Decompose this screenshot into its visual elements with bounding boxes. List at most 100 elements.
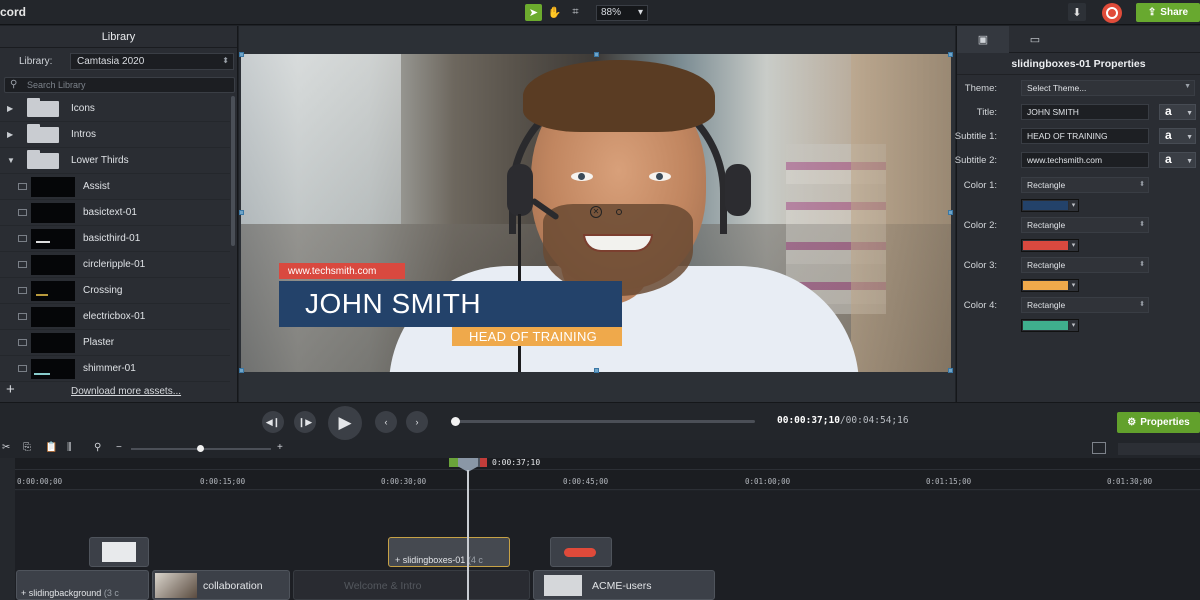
library-search-input[interactable]: ⚲ Search Library: [4, 77, 235, 93]
cut-icon[interactable]: ✂: [2, 442, 10, 453]
annotation-target-icon[interactable]: ✕: [590, 206, 602, 218]
library-asset[interactable]: basictext-01: [0, 200, 230, 226]
resize-handle[interactable]: [239, 52, 244, 57]
library-folder-intros[interactable]: ▶ Intros: [0, 122, 230, 148]
resize-handle[interactable]: [948, 368, 953, 373]
caret-right-icon[interactable]: ▶: [7, 104, 13, 113]
timeline-search-field[interactable]: [1118, 443, 1200, 455]
caret-down-icon[interactable]: ▼: [7, 156, 15, 165]
step-back-button[interactable]: ◀❙: [262, 411, 284, 433]
download-button[interactable]: ⬇: [1068, 3, 1086, 21]
library-asset[interactable]: basicthird-01: [0, 226, 230, 252]
scrub-knob[interactable]: [451, 417, 460, 426]
asset-thumbnail: [31, 281, 75, 301]
library-folder-lower-thirds[interactable]: ▼ Lower Thirds: [0, 148, 230, 174]
color-swatch[interactable]: ▾: [1021, 279, 1079, 292]
zoom-icon[interactable]: ⚲: [94, 442, 101, 453]
asset-type-icon: [18, 365, 27, 372]
font-button[interactable]: a ▼: [1159, 152, 1196, 168]
zoom-out-icon[interactable]: −: [116, 442, 122, 453]
scrub-track[interactable]: [453, 420, 755, 423]
select-arrow-icon[interactable]: ➤: [525, 4, 542, 21]
lower-third-name[interactable]: JOHN SMITH: [279, 281, 622, 327]
title-input[interactable]: JOHN SMITH: [1021, 104, 1149, 120]
playhead-out-handle[interactable]: [480, 458, 487, 467]
zoom-dropdown[interactable]: 88% ▾: [596, 4, 648, 21]
theme-select[interactable]: Select Theme... ▼: [1021, 80, 1195, 96]
library-folder-icons[interactable]: ▶ Icons: [0, 96, 230, 122]
split-icon[interactable]: ⫼: [67, 442, 72, 453]
step-back-icon: ◀❙: [265, 416, 281, 427]
asset-type-icon: [18, 209, 27, 216]
download-more-link[interactable]: Download more assets...: [71, 386, 181, 397]
tab-text-properties[interactable]: ▭: [1009, 26, 1061, 53]
record-button[interactable]: [1102, 3, 1122, 23]
library-asset[interactable]: electricbox-01: [0, 304, 230, 330]
timeline-zoom-knob[interactable]: [197, 445, 204, 452]
chevron-left-icon: ‹: [384, 417, 388, 427]
timeline-ruler[interactable]: 0:00:00;00 0:00:15;00 0:00:30;00 0:00:45…: [15, 458, 1200, 490]
color-shape-select[interactable]: Rectangle ⬍: [1021, 257, 1149, 273]
folder-icon: [27, 124, 59, 143]
color-swatch[interactable]: ▾: [1021, 199, 1079, 212]
color-shape-select[interactable]: Rectangle ⬍: [1021, 217, 1149, 233]
crop-icon[interactable]: ⌗: [567, 4, 584, 21]
resize-handle[interactable]: [239, 368, 244, 373]
share-button[interactable]: ⇪ Share: [1136, 3, 1200, 22]
slidingboxes-clip[interactable]: + slidingboxes-01 (4 c: [388, 537, 510, 567]
step-forward-button[interactable]: ❙▶: [294, 411, 316, 433]
lower-third-url[interactable]: www.techsmith.com: [279, 263, 405, 279]
next-button[interactable]: ›: [406, 411, 428, 433]
library-scrollbar[interactable]: [231, 96, 235, 246]
chevron-down-icon: ▾: [1069, 280, 1078, 291]
zoom-in-icon[interactable]: +: [277, 442, 283, 453]
callout-clip[interactable]: [550, 537, 612, 567]
pan-hand-icon[interactable]: ✋: [546, 4, 563, 21]
font-button[interactable]: a ▼: [1159, 128, 1196, 144]
add-icon[interactable]: +: [6, 381, 15, 398]
library-asset[interactable]: Assist: [0, 174, 230, 200]
library-asset[interactable]: circleripple-01: [0, 252, 230, 278]
updown-arrow-icon: ⬍: [1139, 181, 1145, 188]
properties-button[interactable]: ⚙ Properties: [1117, 412, 1200, 433]
chevron-down-icon: ▼: [1184, 83, 1191, 90]
font-button[interactable]: a ▼: [1159, 104, 1196, 120]
resize-handle[interactable]: [239, 210, 244, 215]
subtitle1-input[interactable]: HEAD OF TRAINING: [1021, 128, 1149, 144]
resize-handle[interactable]: [594, 52, 599, 57]
color-shape-select[interactable]: Rectangle ⬍: [1021, 297, 1149, 313]
annotation-point-icon[interactable]: [616, 209, 622, 215]
welcome-clip[interactable]: Welcome & Intro: [293, 570, 530, 600]
resize-handle[interactable]: [594, 368, 599, 373]
play-button[interactable]: ▶: [328, 406, 362, 440]
paste-icon[interactable]: 📋: [45, 442, 57, 453]
library-asset[interactable]: Crossing: [0, 278, 230, 304]
color-shape-select[interactable]: Rectangle ⬍: [1021, 177, 1149, 193]
color-swatch[interactable]: ▾: [1021, 239, 1079, 252]
subtitle2-input[interactable]: www.techsmith.com: [1021, 152, 1149, 168]
clip-thumbnail: [544, 575, 582, 596]
image-clip[interactable]: [89, 537, 149, 567]
copy-icon[interactable]: ⎘: [23, 442, 31, 453]
acme-users-clip[interactable]: ACME-users: [533, 570, 715, 600]
library-select[interactable]: Camtasia 2020 ⬍: [70, 53, 234, 70]
resize-handle[interactable]: [948, 210, 953, 215]
library-asset[interactable]: shimmer-01: [0, 356, 230, 382]
previous-button[interactable]: ‹: [375, 411, 397, 433]
person-eye: [649, 172, 671, 181]
collaboration-clip[interactable]: collaboration: [152, 570, 290, 600]
resize-handle[interactable]: [948, 52, 953, 57]
asset-label: basictext-01: [83, 207, 137, 218]
tab-visual-properties[interactable]: ▣: [957, 26, 1009, 53]
asset-thumbnail: [31, 229, 75, 249]
playhead-in-handle[interactable]: [449, 458, 459, 467]
detach-icon[interactable]: [1092, 442, 1106, 454]
lower-third-subtitle[interactable]: HEAD OF TRAINING: [452, 327, 622, 346]
sliding-background-clip[interactable]: + slidingbackground (3 c: [16, 570, 149, 600]
caret-right-icon[interactable]: ▶: [7, 130, 13, 139]
person-mouth: [583, 234, 653, 252]
ruler-label: 0:01:30;00: [1107, 477, 1153, 486]
color-swatch[interactable]: ▾: [1021, 319, 1079, 332]
video-preview[interactable]: ✕ www.techsmith.com JOHN SMITH HEAD OF T…: [241, 54, 951, 372]
library-asset[interactable]: Plaster: [0, 330, 230, 356]
